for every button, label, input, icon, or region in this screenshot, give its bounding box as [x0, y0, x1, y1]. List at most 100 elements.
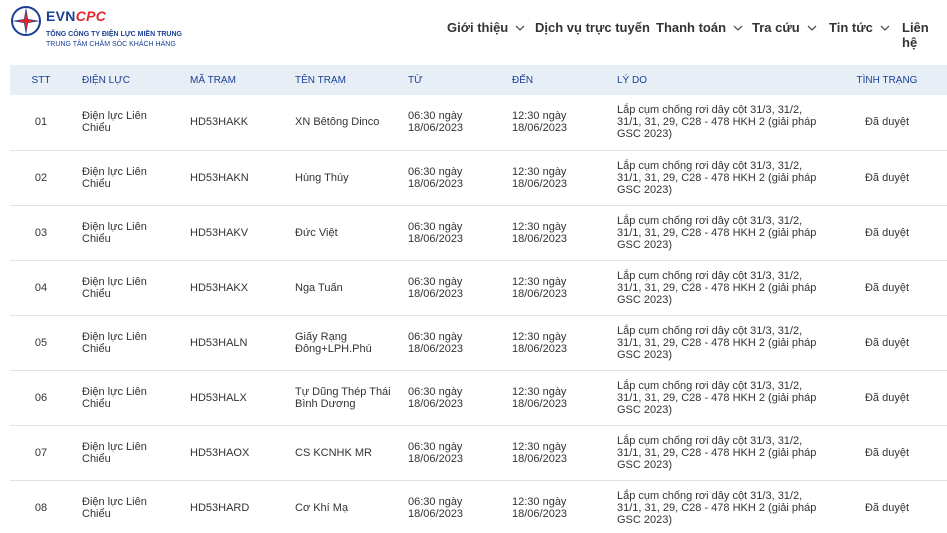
cell-ma-tram: HD53HARD	[190, 501, 250, 514]
col-header-ma-tram: MÃ TRẠM	[190, 74, 236, 86]
cell-tinh-trang: Đã duyệt	[864, 116, 910, 129]
cell-den: 12:30 ngày 18/06/2023	[512, 220, 568, 245]
chevron-down-icon	[733, 25, 743, 31]
cell-ten-tram: Đức Việt	[295, 226, 338, 239]
cell-ma-tram: HD53HAOX	[190, 446, 250, 459]
outage-schedule-table-wrap: STT ĐIỆN LỰC MÃ TRẠM TÊN TRẠM TỪ ĐẾN LÝ …	[10, 65, 947, 533]
cell-ly-do: Lắp cụm chống rơi dây cột 31/3, 31/2, 31…	[617, 324, 817, 361]
cell-ma-tram: HD53HAKX	[190, 281, 249, 294]
cell-dien-luc: Điện lực Liên Chiểu	[82, 385, 147, 410]
cell-ten-tram: XN Bêtông Dinco	[295, 116, 380, 129]
col-header-den: ĐẾN	[512, 74, 534, 86]
cell-stt: 03	[34, 226, 48, 239]
table-row: 08 Điện lực Liên Chiểu HD53HARD Cơ Khí M…	[10, 480, 947, 533]
cell-den: 12:30 ngày 18/06/2023	[512, 440, 568, 465]
cell-ma-tram: HD53HALX	[190, 391, 247, 404]
cell-ly-do: Lắp cụm chống rơi dây cột 31/3, 31/2, 31…	[617, 379, 817, 416]
nav-label: Liên hệ	[902, 20, 929, 50]
cell-tu: 06:30 ngày 18/06/2023	[408, 275, 464, 300]
nav-item-tin-tuc[interactable]: Tin tức	[829, 20, 891, 35]
cell-ten-tram: Tự Dũng Thép Thái Bình Dương	[295, 385, 391, 410]
cell-tu: 06:30 ngày 18/06/2023	[408, 165, 464, 190]
cell-ten-tram: CS KCNHK MR	[295, 446, 373, 459]
nav-label: Tra cứu	[752, 20, 800, 35]
table-row: 06 Điện lực Liên Chiểu HD53HALX Tự Dũng …	[10, 370, 947, 425]
cell-tinh-trang: Đã duyệt	[864, 391, 910, 404]
cell-dien-luc: Điện lực Liên Chiểu	[82, 275, 147, 300]
col-header-ly-do: LÝ DO	[617, 74, 648, 86]
cell-stt: 02	[34, 171, 48, 184]
chevron-down-icon	[807, 25, 817, 31]
cell-tu: 06:30 ngày 18/06/2023	[408, 220, 464, 245]
cell-tinh-trang: Đã duyệt	[864, 446, 910, 459]
cell-stt: 04	[34, 281, 48, 294]
cell-tinh-trang: Đã duyệt	[864, 501, 910, 514]
cell-tinh-trang: Đã duyệt	[864, 336, 910, 349]
chevron-down-icon	[880, 25, 890, 31]
cell-tinh-trang: Đã duyệt	[864, 281, 910, 294]
chevron-down-icon	[515, 25, 525, 31]
cell-ly-do: Lắp cụm chống rơi dây cột 31/3, 31/2, 31…	[617, 489, 817, 526]
col-header-dien-luc: ĐIỆN LỰC	[82, 74, 130, 86]
col-header-stt: STT	[31, 74, 51, 86]
cell-den: 12:30 ngày 18/06/2023	[512, 275, 568, 300]
cell-dien-luc: Điện lực Liên Chiểu	[82, 495, 147, 520]
col-header-ten-tram: TÊN TRẠM	[295, 74, 346, 86]
nav-label: Giới thiệu	[447, 20, 509, 35]
cell-ly-do: Lắp cụm chống rơi dây cột 31/3, 31/2, 31…	[617, 434, 817, 471]
cell-stt: 05	[34, 336, 48, 349]
table-row: 05 Điện lực Liên Chiểu HD53HALN Giấy Rạn…	[10, 315, 947, 370]
cell-den: 12:30 ngày 18/06/2023	[512, 495, 568, 520]
table-row: 04 Điện lực Liên Chiểu HD53HAKX Nga Tuấn…	[10, 260, 947, 315]
cell-tu: 06:30 ngày 18/06/2023	[408, 385, 464, 410]
outage-schedule-table: STT ĐIỆN LỰC MÃ TRẠM TÊN TRẠM TỪ ĐẾN LÝ …	[10, 65, 947, 533]
nav-item-gioi-thieu[interactable]: Giới thiệu	[447, 20, 526, 35]
table-row: 02 Điện lực Liên Chiểu HD53HAKN Hùng Thú…	[10, 150, 947, 205]
table-header-row: STT ĐIỆN LỰC MÃ TRẠM TÊN TRẠM TỪ ĐẾN LÝ …	[10, 65, 947, 95]
nav-label: Dịch vụ trực tuyến	[535, 20, 650, 35]
brand-subtitle-center: TRUNG TÂM CHĂM SÓC KHÁCH HÀNG	[46, 41, 176, 48]
cell-den: 12:30 ngày 18/06/2023	[512, 385, 568, 410]
brand-evn: EVN	[46, 8, 76, 24]
cell-dien-luc: Điện lực Liên Chiểu	[82, 330, 147, 355]
cell-tinh-trang: Đã duyệt	[864, 226, 910, 239]
cell-stt: 08	[34, 501, 48, 514]
cell-ly-do: Lắp cụm chống rơi dây cột 31/3, 31/2, 31…	[617, 159, 817, 196]
brand-subtitle-company: TỔNG CÔNG TY ĐIỆN LỰC MIỀN TRUNG	[46, 31, 182, 38]
cell-stt: 07	[34, 446, 48, 459]
cell-ma-tram: HD53HALN	[190, 336, 248, 349]
brand-name: EVNCPC	[46, 8, 106, 24]
cell-den: 12:30 ngày 18/06/2023	[512, 165, 568, 190]
cell-dien-luc: Điện lực Liên Chiểu	[82, 110, 147, 135]
evn-logo-icon	[11, 6, 41, 36]
cell-dien-luc: Điện lực Liên Chiểu	[82, 220, 147, 245]
table-row: 07 Điện lực Liên Chiểu HD53HAOX CS KCNHK…	[10, 425, 947, 480]
cell-stt: 01	[34, 116, 48, 129]
cell-tu: 06:30 ngày 18/06/2023	[408, 110, 464, 135]
table-row: 01 Điện lực Liên Chiểu HD53HAKK XN Bêtôn…	[10, 95, 947, 150]
nav-label: Tin tức	[829, 20, 873, 35]
nav-item-lien-he[interactable]: Liên hệ	[902, 20, 947, 50]
nav-label: Thanh toán	[656, 20, 727, 35]
cell-ten-tram: Nga Tuấn	[295, 281, 343, 294]
cell-tu: 06:30 ngày 18/06/2023	[408, 330, 464, 355]
nav-item-tra-cuu[interactable]: Tra cứu	[752, 20, 818, 35]
cell-dien-luc: Điện lực Liên Chiểu	[82, 165, 147, 190]
nav-item-thanh-toan[interactable]: Thanh toán	[656, 20, 744, 35]
cell-tinh-trang: Đã duyệt	[864, 171, 910, 184]
col-header-tinh-trang: TÌNH TRẠNG	[856, 74, 918, 86]
cell-ma-tram: HD53HAKV	[190, 226, 249, 239]
cell-ten-tram: Cơ Khí Mạ	[295, 501, 349, 514]
evn-logo[interactable]: EVNCPC TỔNG CÔNG TY ĐIỆN LỰC MIỀN TRUNG …	[10, 5, 200, 55]
cell-tu: 06:30 ngày 18/06/2023	[408, 440, 464, 465]
cell-den: 12:30 ngày 18/06/2023	[512, 110, 568, 135]
site-header: EVNCPC TỔNG CÔNG TY ĐIỆN LỰC MIỀN TRUNG …	[0, 0, 947, 60]
cell-den: 12:30 ngày 18/06/2023	[512, 330, 568, 355]
cell-ly-do: Lắp cụm chống rơi dây cột 31/3, 31/2, 31…	[617, 214, 817, 251]
cell-ten-tram: Giấy Rạng Đông+LPH.Phú	[295, 330, 372, 355]
brand-cpc: CPC	[75, 8, 107, 24]
cell-tu: 06:30 ngày 18/06/2023	[408, 495, 464, 520]
table-row: 03 Điện lực Liên Chiểu HD53HAKV Đức Việt…	[10, 205, 947, 260]
cell-ly-do: Lắp cụm chống rơi dây cột 31/3, 31/2, 31…	[617, 104, 817, 141]
nav-item-dich-vu-truc-tuyen[interactable]: Dịch vụ trực tuyến	[535, 20, 650, 35]
